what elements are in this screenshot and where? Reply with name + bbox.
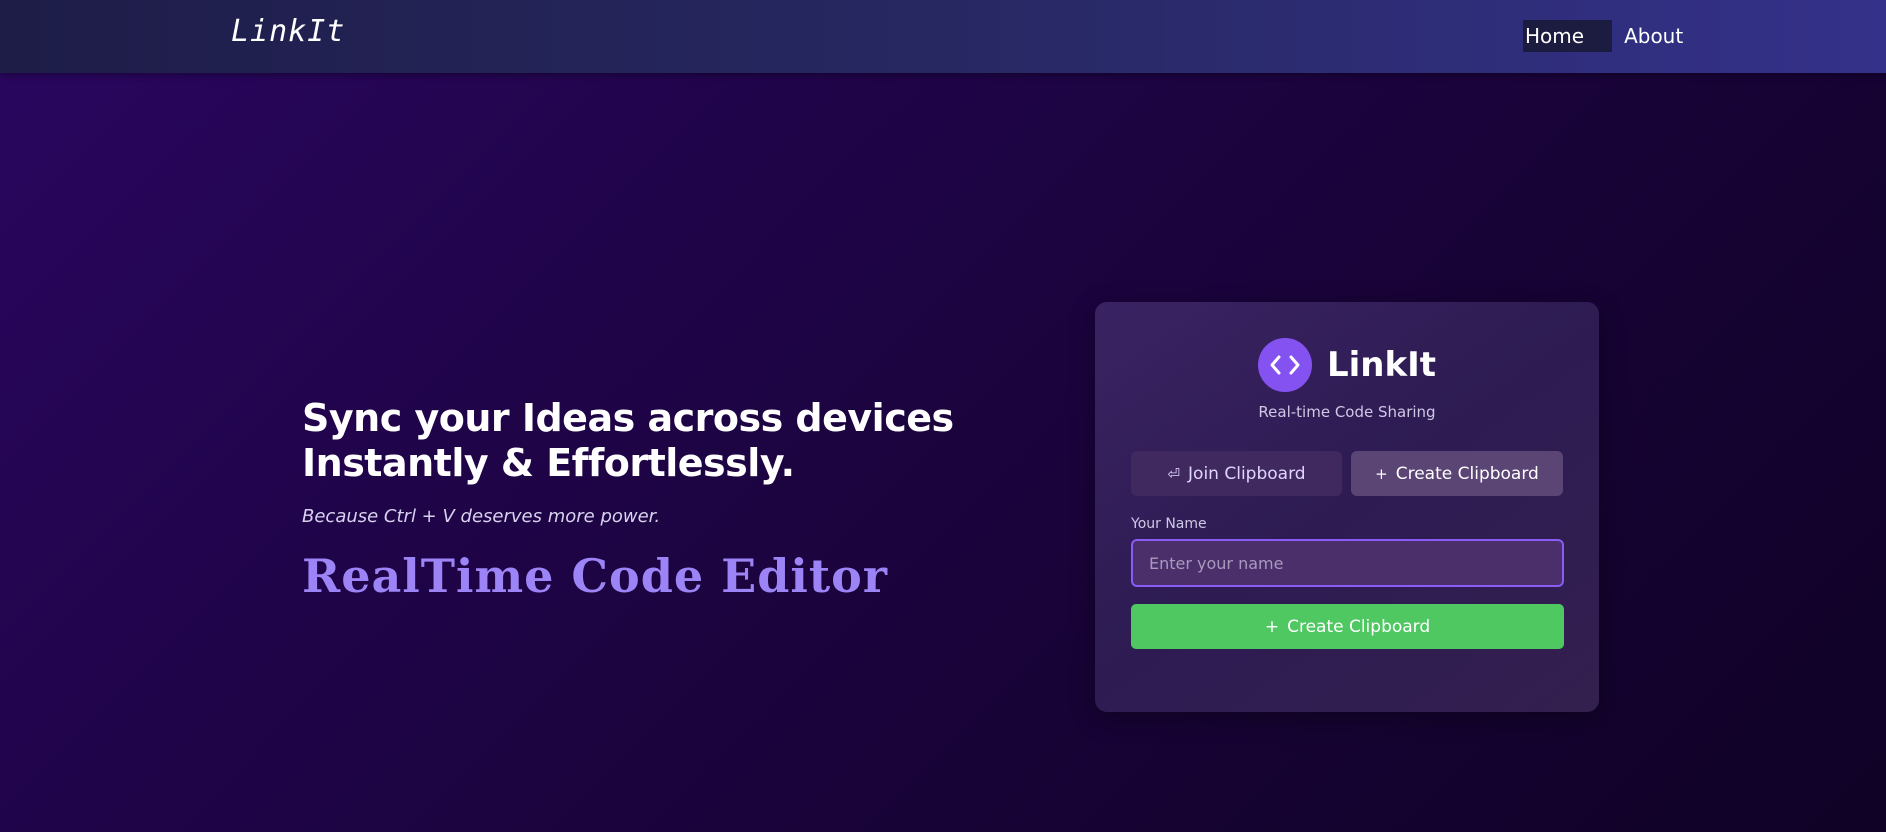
plus-icon: + bbox=[1375, 464, 1388, 483]
hero-subtitle: Because Ctrl + V deserves more power. bbox=[302, 506, 661, 527]
top-navbar: LinkIt Home About bbox=[0, 0, 1886, 73]
hero-title-line-2: Instantly & Effortlessly. bbox=[302, 441, 795, 485]
name-input[interactable] bbox=[1131, 539, 1564, 587]
plus-icon: + bbox=[1264, 616, 1280, 637]
card-title: LinkIt bbox=[1326, 345, 1437, 385]
clipboard-card: LinkIt Real-time Code Sharing ⏎ Join Cli… bbox=[1095, 302, 1599, 712]
name-field-label: Your Name bbox=[1131, 516, 1207, 532]
tab-join-label: Join Clipboard bbox=[1188, 463, 1306, 484]
nav-about-link[interactable]: About bbox=[1612, 20, 1683, 52]
create-clipboard-button[interactable]: + Create Clipboard bbox=[1131, 604, 1564, 649]
hero-title-line-1: Sync your Ideas across devices bbox=[302, 396, 954, 440]
tab-create-label: Create Clipboard bbox=[1395, 463, 1539, 484]
hero-section: Sync your Ideas across devices Instantly… bbox=[302, 396, 1022, 603]
card-subtitle: Real-time Code Sharing bbox=[1258, 403, 1436, 421]
tab-join-clipboard[interactable]: ⏎ Join Clipboard bbox=[1131, 451, 1342, 496]
card-header: LinkIt bbox=[1095, 338, 1599, 392]
tab-create-clipboard[interactable]: + Create Clipboard bbox=[1351, 451, 1563, 496]
nav-links: Home About bbox=[1523, 20, 1683, 52]
hero-script-heading: RealTime Code Editor bbox=[302, 549, 889, 603]
enter-icon: ⏎ bbox=[1167, 464, 1181, 483]
create-clipboard-button-label: Create Clipboard bbox=[1287, 616, 1431, 637]
code-brackets-icon bbox=[1257, 338, 1312, 392]
nav-home-link[interactable]: Home bbox=[1523, 20, 1613, 52]
hero-title: Sync your Ideas across devices Instantly… bbox=[302, 396, 1022, 486]
brand-logo[interactable]: LinkIt bbox=[231, 14, 345, 49]
